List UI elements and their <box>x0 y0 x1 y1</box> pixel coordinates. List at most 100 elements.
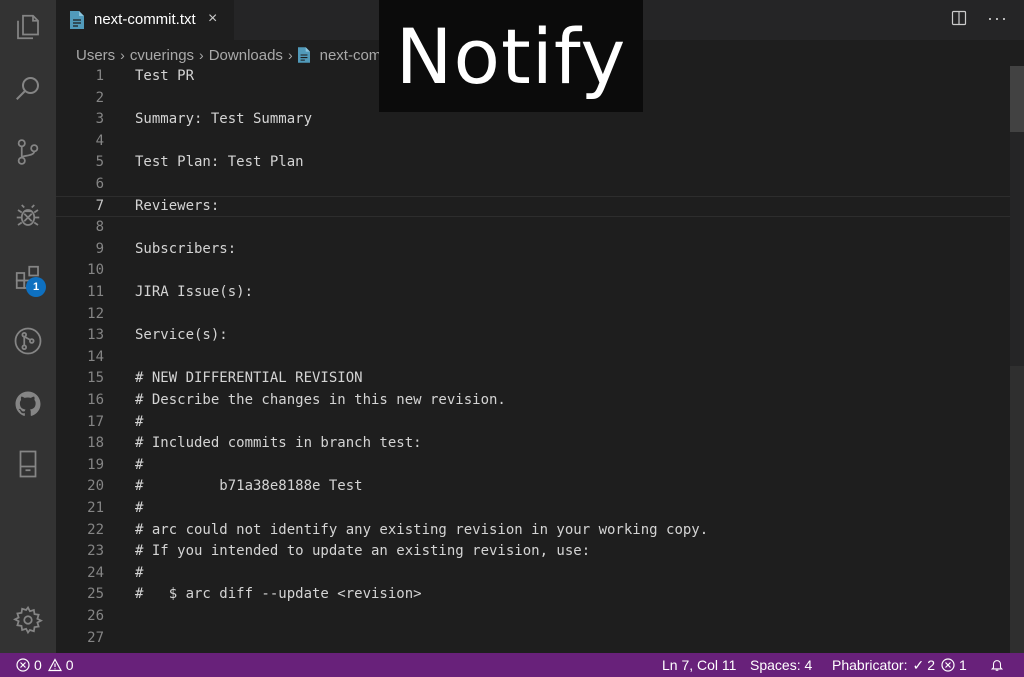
line-content[interactable]: # $ arc diff --update <revision> <box>135 584 422 606</box>
line-content[interactable]: # b71a38e8188e Test <box>135 476 363 498</box>
editor-line[interactable]: 13 Service(s): <box>56 325 1010 347</box>
line-number: 21 <box>87 500 104 516</box>
editor-line[interactable]: 7 Reviewers: <box>56 195 1010 218</box>
line-content[interactable]: Reviewers: <box>135 197 219 217</box>
extensions-badge: 1 <box>26 277 46 297</box>
indentation-indicator[interactable]: Spaces: 4 <box>750 653 812 677</box>
editor-line[interactable]: 24 # <box>56 563 1010 585</box>
editor-line[interactable]: 12 <box>56 304 1010 326</box>
line-content[interactable]: # <box>135 455 143 477</box>
close-icon[interactable]: × <box>208 10 217 28</box>
tab-label: next-commit.txt <box>94 11 196 28</box>
tab-next-commit[interactable]: next-commit.txt × <box>56 0 234 40</box>
editor-line[interactable]: 15 # NEW DIFFERENTIAL REVISION <box>56 368 1010 390</box>
line-number: 13 <box>87 327 104 344</box>
line-content[interactable]: # <box>135 563 143 585</box>
line-content[interactable]: Test PR <box>135 66 194 88</box>
line-number: 4 <box>95 132 104 149</box>
editor-line[interactable]: 9 Subscribers: <box>56 239 1010 261</box>
line-content[interactable]: # NEW DIFFERENTIAL REVISION <box>135 368 363 390</box>
line-number: 18 <box>87 435 104 452</box>
settings-gear-icon[interactable] <box>0 596 56 644</box>
line-number: 22 <box>87 521 104 538</box>
editor-line[interactable]: 6 <box>56 174 1010 196</box>
line-content[interactable]: Service(s): <box>135 325 228 347</box>
line-number: 10 <box>87 262 104 279</box>
editor-line[interactable]: 11 JIRA Issue(s): <box>56 282 1010 304</box>
scrollbar-thumb[interactable] <box>1010 66 1024 132</box>
status-bar: 0 0 Ln 7, Col 11 Spaces: 4 Phabricator: … <box>0 653 1024 677</box>
line-content[interactable]: # <box>135 412 143 434</box>
line-content[interactable]: # If you intended to update an existing … <box>135 541 590 563</box>
more-actions-icon[interactable]: ··· <box>987 9 1008 27</box>
breadcrumb-item-users[interactable]: Users <box>76 47 115 64</box>
explorer-icon[interactable] <box>0 3 56 51</box>
notify-text: Notify <box>395 11 627 101</box>
line-content[interactable]: # Describe the changes in this new revis… <box>135 390 506 412</box>
breadcrumb-item-downloads[interactable]: Downloads <box>209 47 283 64</box>
editor-line[interactable]: 19 # <box>56 455 1010 477</box>
split-editor-icon[interactable] <box>951 10 967 26</box>
line-number: 6 <box>95 176 104 192</box>
editor-line[interactable]: 20 # b71a38e8188e Test <box>56 476 1010 498</box>
editor-line[interactable]: 8 <box>56 217 1010 239</box>
line-number: 27 <box>87 629 104 646</box>
editor[interactable]: 1 Test PR 2 3 Summary: Test Summary 4 5 Test Pl… <box>56 66 1010 653</box>
line-number: 3 <box>95 111 104 128</box>
extensions-icon[interactable] <box>0 254 56 302</box>
search-icon[interactable] <box>0 64 56 112</box>
line-content[interactable]: # arc could not identify any existing re… <box>135 520 708 542</box>
editor-actions: ··· <box>951 9 1008 27</box>
notifications-bell[interactable] <box>990 653 1008 677</box>
github-icon[interactable] <box>0 380 56 428</box>
line-content[interactable]: Subscribers: <box>135 239 236 261</box>
problems-indicator[interactable]: 0 0 <box>16 653 74 677</box>
editor-line[interactable]: 16 # Describe the changes in this new rev… <box>56 390 1010 412</box>
line-content[interactable]: JIRA Issue(s): <box>135 282 253 304</box>
line-number: 7 <box>95 197 104 214</box>
breadcrumb: Users › cvuerings › Downloads › next-com… <box>76 45 421 65</box>
line-number: 1 <box>95 68 104 84</box>
line-number: 8 <box>95 219 104 236</box>
line-number: 26 <box>87 608 104 624</box>
vertical-scrollbar[interactable] <box>1010 66 1024 653</box>
phabricator-status[interactable]: Phabricator: ✓ 2 1 <box>832 653 967 677</box>
line-content[interactable]: # Included commits in branch test: <box>135 433 422 455</box>
source-control-icon[interactable] <box>0 128 56 176</box>
error-icon <box>941 658 955 672</box>
line-number: 5 <box>95 154 104 171</box>
editor-line[interactable]: 17 # <box>56 412 1010 434</box>
editor-line[interactable]: 27 <box>56 628 1010 650</box>
line-number: 23 <box>87 543 104 560</box>
line-number: 17 <box>87 413 104 430</box>
check-icon: ✓ <box>912 656 925 673</box>
editor-line[interactable]: 10 <box>56 260 1010 282</box>
line-number: 14 <box>87 348 104 365</box>
line-number: 19 <box>87 456 104 473</box>
notebook-icon[interactable] <box>0 440 56 488</box>
debug-icon[interactable] <box>0 191 56 239</box>
editor-line[interactable]: 4 <box>56 131 1010 153</box>
line-content[interactable]: Summary: Test Summary <box>135 109 312 131</box>
editor-line[interactable]: 18 # Included commits in branch test: <box>56 433 1010 455</box>
error-count: 0 <box>34 657 42 673</box>
editor-line[interactable]: 21 # <box>56 498 1010 520</box>
editor-line[interactable]: 23 # If you intended to update an existin… <box>56 541 1010 563</box>
line-number: 9 <box>95 240 104 257</box>
file-icon <box>70 11 84 29</box>
pull-request-icon[interactable] <box>0 317 56 365</box>
line-content[interactable]: # <box>135 498 143 520</box>
breadcrumb-item-cvuerings[interactable]: cvuerings <box>130 47 194 64</box>
line-number: 25 <box>87 586 104 603</box>
cursor-position[interactable]: Ln 7, Col 11 <box>662 653 736 677</box>
editor-line[interactable]: 5 Test Plan: Test Plan <box>56 152 1010 174</box>
editor-line[interactable]: 22 # arc could not identify any existing … <box>56 520 1010 542</box>
editor-line[interactable]: 14 <box>56 347 1010 369</box>
editor-line[interactable]: 3 Summary: Test Summary <box>56 109 1010 131</box>
editor-line[interactable]: 25 # $ arc diff --update <revision> <box>56 584 1010 606</box>
line-number: 15 <box>87 370 104 387</box>
file-icon <box>297 47 310 63</box>
editor-line[interactable]: 26 <box>56 606 1010 628</box>
line-content[interactable]: Test Plan: Test Plan <box>135 152 304 174</box>
scrollbar-track-region <box>1010 366 1024 653</box>
